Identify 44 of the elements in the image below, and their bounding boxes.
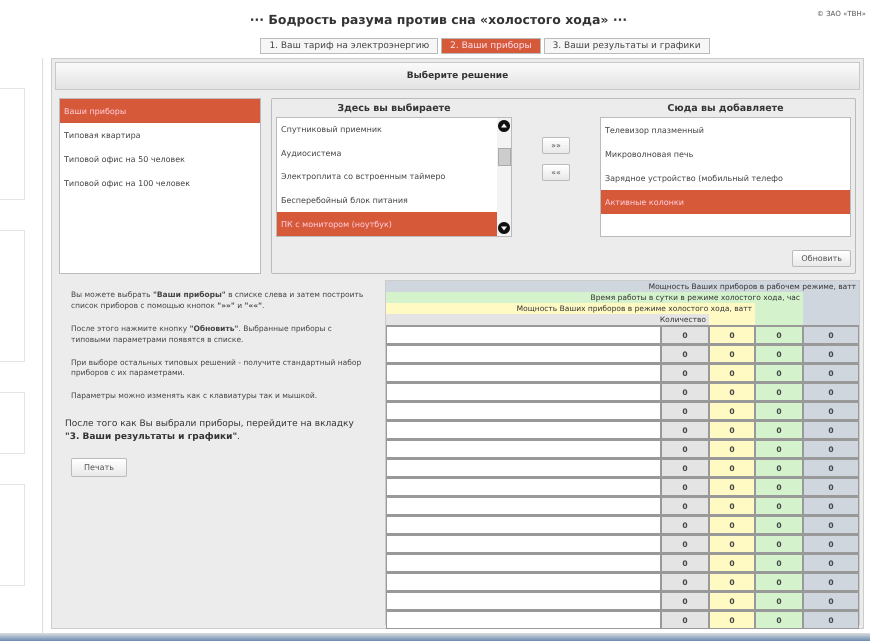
tab[interactable]: 3. Ваши результаты и графики [544, 38, 710, 54]
list-item[interactable]: Аудиосистема [277, 142, 497, 166]
list-item[interactable]: Микроволновая печь [601, 142, 850, 166]
scroll-down-icon[interactable] [498, 222, 510, 234]
scroll-thumb[interactable] [498, 148, 510, 166]
device-name-field[interactable] [386, 591, 661, 610]
device-name-field[interactable] [386, 534, 661, 553]
scroll-up-icon[interactable] [498, 120, 510, 132]
device-name-field[interactable] [386, 439, 661, 458]
list-item[interactable]: Телевизор плазменный [601, 118, 850, 142]
list-item[interactable]: Зарядное устройство (мобильный телефо [601, 166, 850, 190]
device-name-field[interactable] [386, 420, 661, 439]
move-button[interactable]: «« [542, 164, 570, 181]
device-name-field[interactable] [386, 382, 661, 401]
device-name-field[interactable] [386, 363, 661, 382]
device-name-field[interactable] [386, 458, 661, 477]
group-title: Здесь вы выбираете [336, 103, 452, 116]
list-item[interactable]: Бесперебойный блок питания [277, 188, 497, 212]
list-item[interactable]: Электроплита со встроенным таймеро [277, 165, 497, 189]
header-cell [755, 314, 803, 325]
group-title: Сюда вы добавляете [666, 103, 785, 116]
background-window-panel [0, 392, 25, 454]
list-item[interactable]: Типовой офис на 100 человек [60, 171, 260, 195]
app-title: ··· Бодрость разума против сна «холостого хода» ··· [248, 12, 628, 26]
device-name-field[interactable] [386, 477, 661, 496]
tab[interactable]: 1. Ваш тариф на электроэнергию [260, 38, 438, 54]
list-item[interactable]: Типовая квартира [60, 123, 260, 147]
device-name-field[interactable] [386, 610, 661, 629]
panel-title: Выберите решение [55, 62, 860, 90]
device-name-field[interactable] [386, 344, 661, 363]
device-name-field[interactable] [386, 401, 661, 420]
device-name-field[interactable] [386, 325, 661, 344]
refresh-button[interactable]: Обновить [792, 250, 851, 267]
header-cell [709, 314, 755, 325]
final-note: После того как Вы выбрали приборы, перейдите на вкладку "3. Ваши результаты и графики". [65, 418, 355, 444]
device-name-field[interactable] [386, 553, 661, 572]
header-cell [803, 314, 859, 325]
device-name-field[interactable] [386, 515, 661, 534]
print-button[interactable]: Печать [71, 458, 127, 478]
device-name-field[interactable] [386, 572, 661, 591]
device-name-field[interactable] [386, 496, 661, 515]
move-button[interactable]: »» [542, 137, 570, 154]
list-item[interactable]: Спутниковый приемник [277, 118, 497, 142]
list-item[interactable]: Типовой офис на 50 человек [60, 147, 260, 171]
